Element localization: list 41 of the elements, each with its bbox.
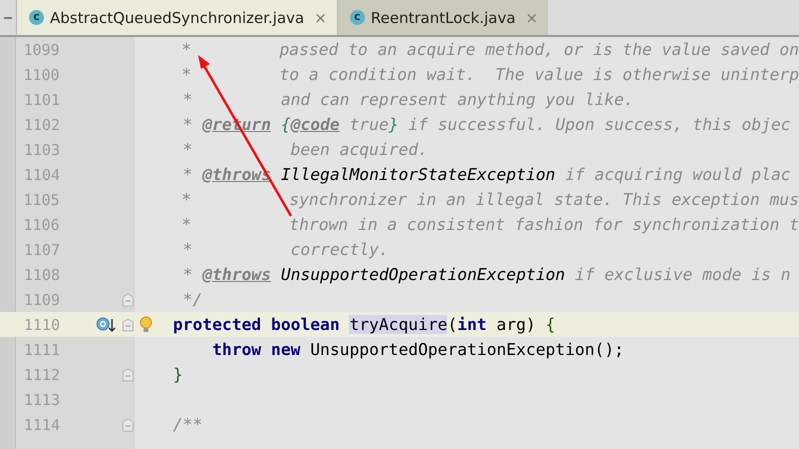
code-line: * thrown in a consistent fashion for synchronization t [180, 215, 799, 234]
line-number: 1103 [24, 140, 60, 158]
close-icon[interactable]: × [314, 8, 327, 26]
line-number: 1109 [24, 290, 60, 308]
line-number: 1105 [23, 190, 60, 208]
code-line: * @throws UnsupportedOperationException if exclusive mode is n [182, 265, 791, 284]
fold-icon[interactable] [122, 292, 134, 306]
code-line: * synchronizer in an illegal state. This exception mus [180, 190, 799, 209]
line-number: 1111 [24, 340, 60, 358]
class-icon: c [29, 10, 44, 25]
minus-icon [4, 16, 12, 18]
code-line: * passed to an acquire method, or is the value saved on [180, 40, 799, 59]
line-number: 1112 [24, 366, 60, 384]
class-icon: c [350, 10, 365, 25]
line-number: 1110 [24, 316, 60, 334]
line-number: 1101 [24, 90, 60, 108]
line-number: 1113 [24, 390, 60, 408]
line-number: 1106 [23, 216, 60, 234]
line-number: 1100 [23, 66, 60, 84]
implements-marker-icon[interactable] [96, 316, 116, 334]
line-number: 1102 [24, 116, 60, 134]
line-number: 1099 [23, 40, 60, 58]
code-line: * been acquired. [182, 140, 428, 159]
line-number: 1114 [24, 416, 60, 434]
code-line: protected boolean tryAcquire(int arg) { [173, 315, 556, 334]
code-line: * and can represent anything you like. [182, 90, 634, 109]
fold-icon[interactable] [122, 368, 134, 382]
code-line: } [173, 365, 183, 384]
code-line: * to a condition wait. The value is otherwise uninterp [180, 65, 799, 84]
fold-icon[interactable] [122, 418, 134, 432]
code-line: throw new UnsupportedOperationException(); [211, 340, 624, 359]
line-number: 1108 [24, 266, 60, 284]
code-line: /** [173, 415, 202, 434]
fold-icon[interactable] [122, 318, 134, 332]
file-tab[interactable]: c AbstractQueuedSynchronizer.java × [16, 0, 337, 35]
lightbulb-icon[interactable] [139, 316, 153, 334]
file-tab[interactable]: c ReentrantLock.java × [336, 0, 548, 35]
line-number: 1107 [24, 240, 60, 258]
code-line: */ [182, 290, 202, 309]
line-number: 1104 [24, 166, 60, 184]
code-line: * correctly. [182, 240, 389, 259]
